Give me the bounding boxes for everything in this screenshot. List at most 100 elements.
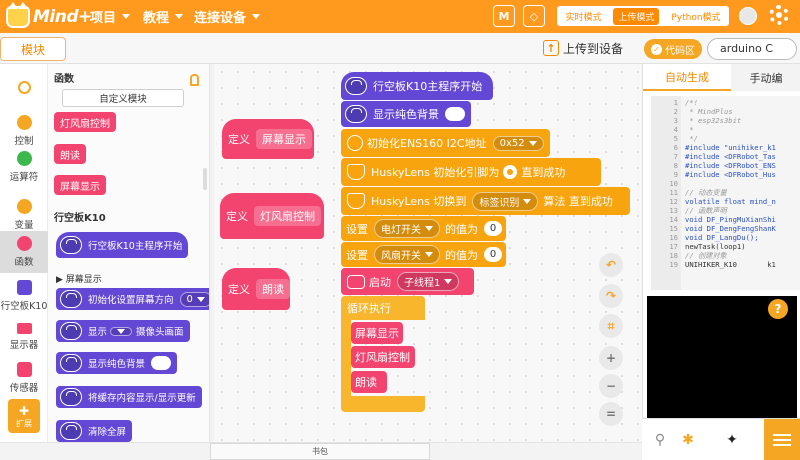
thread-icon: [347, 274, 365, 289]
code-editor[interactable]: 1 2 3 4 5 6 7 8 9 10 11 12 13 14 15 16 17 18 19 /*! * Mind…: [651, 96, 800, 290]
palette-bg-block[interactable]: 显示纯色背景: [56, 352, 178, 374]
category-variables[interactable]: 变量: [0, 194, 48, 236]
menu-project[interactable]: 项目: [90, 0, 131, 33]
chevron-down-icon: [122, 14, 131, 19]
chevron-down-icon: [117, 328, 126, 334]
category-functions[interactable]: 函数: [0, 231, 48, 273]
upload-to-device-button[interactable]: ↑ 上传到设备: [543, 38, 623, 58]
clear-icon[interactable]: ✦: [722, 430, 742, 450]
crop-icon[interactable]: ⌗: [599, 314, 623, 338]
gear-icon[interactable]: [503, 165, 518, 179]
menu-connect[interactable]: 连接设备: [194, 0, 261, 33]
palette-scrollbar[interactable]: [203, 168, 207, 190]
bg-color-block[interactable]: 显示纯色背景: [341, 101, 471, 127]
palette-sub-screen[interactable]: ▶ 屏幕显示: [56, 272, 102, 285]
i2c-address-dropdown[interactable]: 0x52: [492, 135, 544, 151]
mind-plus-app: Mind+ 项目 教程 连接设备 M ◇ 实时模式 上传模式 Python模式 …: [0, 0, 800, 460]
secondary-bar: 模块 ↑ 上传到设备 ✓ 代码区 arduino C: [0, 33, 800, 64]
set-light-block[interactable]: 设置 电灯开关 的值为 0: [341, 216, 506, 241]
tab-auto-generated[interactable]: 自动生成: [643, 64, 731, 91]
value-input[interactable]: 0: [484, 247, 502, 262]
redo-icon[interactable]: ↷: [599, 284, 623, 308]
define-block-screen[interactable]: 定义 屏幕显示: [222, 119, 314, 159]
block-label: 直到成功: [521, 166, 566, 179]
chevron-down-icon: [444, 279, 453, 284]
palette-cache-block[interactable]: 将缓存内容显示/显示更新: [56, 386, 202, 408]
color-swatch[interactable]: [151, 356, 172, 370]
mode-python[interactable]: Python模式: [666, 8, 725, 25]
define-block-read[interactable]: 定义 朗读: [222, 268, 290, 310]
hamburger-menu-icon[interactable]: [764, 419, 800, 460]
line-numbers: 1 2 3 4 5 6 7 8 9 10 11 12 13 14 15 16 17 18 19: [651, 96, 681, 290]
inbox-icon[interactable]: M: [493, 5, 515, 27]
set-fan-block[interactable]: 设置 风扇开关 的值为 0: [341, 242, 506, 267]
direction-dropdown[interactable]: 0: [179, 291, 209, 307]
extension-label: 扩展: [16, 418, 32, 428]
huskylens-init-block[interactable]: HuskyLens 初始化引脚为 直到成功: [341, 158, 601, 186]
menu-tutorial[interactable]: 教程: [143, 0, 184, 33]
backpack-button[interactable]: 书包: [210, 443, 430, 460]
category-k10[interactable]: 行空板K10: [0, 275, 48, 317]
puzzle-icon: ✚: [18, 403, 30, 418]
menu-connect-label: 连接设备: [194, 11, 247, 26]
palette-display-block[interactable]: 显示 摄像头画面: [56, 320, 190, 342]
category-sensors[interactable]: 传感器: [0, 357, 48, 399]
variable-dropdown[interactable]: 风扇开关: [374, 245, 440, 264]
zoom-in-icon[interactable]: +: [599, 346, 623, 370]
zoom-reset-icon[interactable]: =: [599, 402, 623, 426]
usb-icon[interactable]: ⚲: [650, 430, 670, 450]
pin-icon[interactable]: [190, 74, 199, 86]
mode-realtime[interactable]: 实时模式: [560, 8, 606, 25]
color-swatch[interactable]: [445, 107, 465, 121]
gear-icon[interactable]: [769, 5, 789, 25]
cube-icon[interactable]: ◇: [523, 5, 545, 27]
tab-manual-edit[interactable]: 手动编: [731, 64, 800, 91]
help-icon[interactable]: ?: [768, 299, 788, 319]
display-source-dropdown[interactable]: [110, 326, 133, 336]
code-line: // 动态变量: [685, 188, 727, 197]
k10-main-start-block[interactable]: 行空板K10主程序开始: [341, 72, 493, 100]
extension-button[interactable]: ✚ 扩展: [8, 399, 40, 433]
call-screen-block[interactable]: 屏幕显示: [351, 322, 403, 344]
block-label: 循环执行: [347, 302, 391, 315]
undo-icon[interactable]: ↶: [599, 253, 623, 277]
line-number: 1: [673, 98, 678, 107]
thread-dropdown[interactable]: 子线程1: [397, 272, 460, 291]
avatar[interactable]: [739, 7, 757, 25]
forever-loop-block[interactable]: 循环执行: [341, 296, 425, 320]
palette-clear-block[interactable]: 清除全屏: [56, 420, 133, 442]
palette-func-block[interactable]: 灯风扇控制: [54, 112, 116, 132]
block-label: 显示纯色背景: [88, 359, 146, 370]
category-label: 显示器: [9, 340, 39, 351]
define-block-light-fan[interactable]: 定义 灯风扇控制: [220, 193, 324, 239]
palette-func-block[interactable]: 朗读: [54, 144, 86, 164]
block-label: 清除全屏: [88, 427, 127, 438]
tab-modules[interactable]: 模块: [0, 37, 66, 61]
palette-sub-label: 屏幕显示: [65, 275, 102, 285]
call-light-fan-block[interactable]: 灯风扇控制: [351, 346, 415, 368]
huskylens-icon: [347, 193, 365, 209]
palette-init-direction-block[interactable]: 初始化设置屏幕方向 0: [56, 288, 209, 310]
ens160-init-block[interactable]: 初始化ENS160 I2C地址 0x52: [341, 129, 550, 157]
block-label: 算法 直到成功: [543, 195, 613, 208]
plug-icon[interactable]: ✱: [678, 430, 698, 450]
algorithm-dropdown[interactable]: 标签识别: [472, 191, 539, 211]
category-display[interactable]: 显示器: [0, 316, 48, 358]
huskylens-switch-block[interactable]: HuskyLens 切换到 标签识别 算法 直到成功: [341, 187, 630, 215]
mode-switcher: 实时模式 上传模式 Python模式: [557, 6, 729, 26]
launch-thread-block[interactable]: 启动 子线程1: [341, 268, 474, 295]
code-area-toggle[interactable]: ✓ 代码区: [644, 39, 702, 59]
palette-k10-start-block[interactable]: 行空板K10主程序开始: [56, 232, 189, 258]
value-input[interactable]: 0: [484, 221, 502, 236]
category-operators[interactable]: 运算符: [0, 146, 48, 188]
dropdown-value: 电灯开关: [381, 225, 421, 236]
variable-dropdown[interactable]: 电灯开关: [374, 219, 440, 238]
board-select[interactable]: arduino C: [707, 38, 797, 60]
zoom-out-icon[interactable]: −: [599, 374, 623, 398]
category-sidebar: 控制 运算符 变量 函数 行空板K10 显示器 传感器 ✚ 扩展: [0, 64, 48, 442]
mode-upload[interactable]: 上传模式: [613, 7, 660, 25]
call-read-block[interactable]: 朗读: [351, 371, 387, 393]
search-button[interactable]: [0, 66, 48, 108]
custom-module-button[interactable]: 自定义模块: [62, 89, 184, 107]
palette-func-block[interactable]: 屏幕显示: [54, 175, 106, 195]
